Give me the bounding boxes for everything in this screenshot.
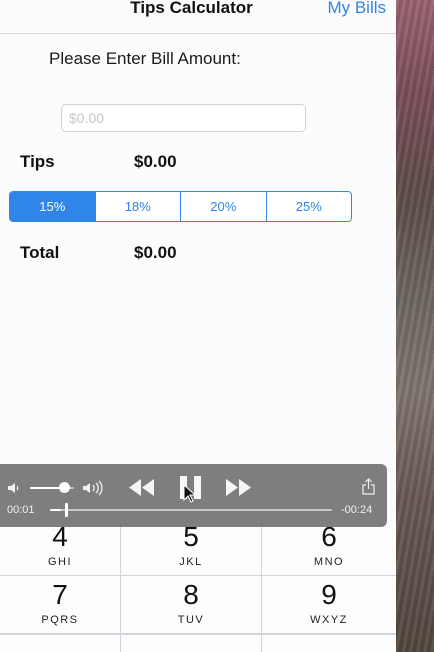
tip-option-20[interactable]: 20% (180, 192, 266, 221)
tips-value: $0.00 (134, 152, 177, 171)
key-number: 9 (321, 579, 337, 610)
key-letters: PQRS (41, 614, 79, 626)
page-title: Tips Calculator (130, 0, 253, 17)
tip-option-18[interactable]: 18% (94, 192, 180, 221)
key-letters: JKL (179, 556, 203, 568)
key-letters: GHI (47, 556, 73, 568)
playback-scrubber[interactable] (65, 503, 69, 517)
tips-calculator-app: Tips Calculator My Bills Please Enter Bi… (0, 0, 396, 652)
key-7[interactable]: 7 PQRS (0, 576, 120, 633)
playback-progress-track[interactable] (50, 509, 332, 511)
remaining-time: -00:24 (341, 504, 373, 516)
key-letters: WXYZ (310, 614, 348, 626)
key-number: 7 (52, 579, 68, 610)
tips-label: Tips (20, 152, 55, 171)
volume-low-icon[interactable] (7, 481, 21, 495)
volume-high-icon[interactable] (82, 480, 104, 496)
share-icon[interactable] (362, 478, 375, 495)
my-bills-button[interactable]: My Bills (327, 0, 386, 18)
volume-slider-knob[interactable] (59, 482, 71, 493)
tip-option-15[interactable]: 15% (10, 192, 95, 221)
elapsed-time: 00:01 (7, 504, 35, 516)
mouse-pointer-icon (183, 484, 196, 503)
key-8[interactable]: 8 TUV (121, 576, 261, 633)
rewind-icon[interactable] (129, 479, 155, 496)
key-next-row[interactable] (121, 635, 261, 652)
playback-progress-fill (50, 509, 62, 511)
key-letters: MNO (313, 556, 345, 568)
wallpaper-texture (396, 0, 434, 652)
tip-option-25[interactable]: 25% (265, 192, 351, 221)
total-label: Total (20, 243, 60, 262)
total-value: $0.00 (134, 243, 177, 262)
bill-prompt-label: Please Enter Bill Amount: (49, 49, 241, 68)
key-next-row[interactable] (262, 635, 396, 652)
key-letters: TUV (177, 614, 205, 626)
numeric-keypad: 4 GHI 5 JKL 6 MNO 7 PQRS 8 TUV 9 WXYZ (0, 518, 396, 652)
key-number: 8 (183, 579, 199, 610)
navigation-bar: Tips Calculator My Bills (0, 0, 396, 34)
bill-amount-input[interactable] (61, 104, 306, 132)
desktop-wallpaper (396, 0, 434, 652)
fast-forward-icon[interactable] (226, 479, 252, 496)
tip-percentage-selector: 15% 18% 20% 25% (9, 191, 352, 222)
key-next-row[interactable] (0, 635, 120, 652)
key-9[interactable]: 9 WXYZ (262, 576, 396, 633)
